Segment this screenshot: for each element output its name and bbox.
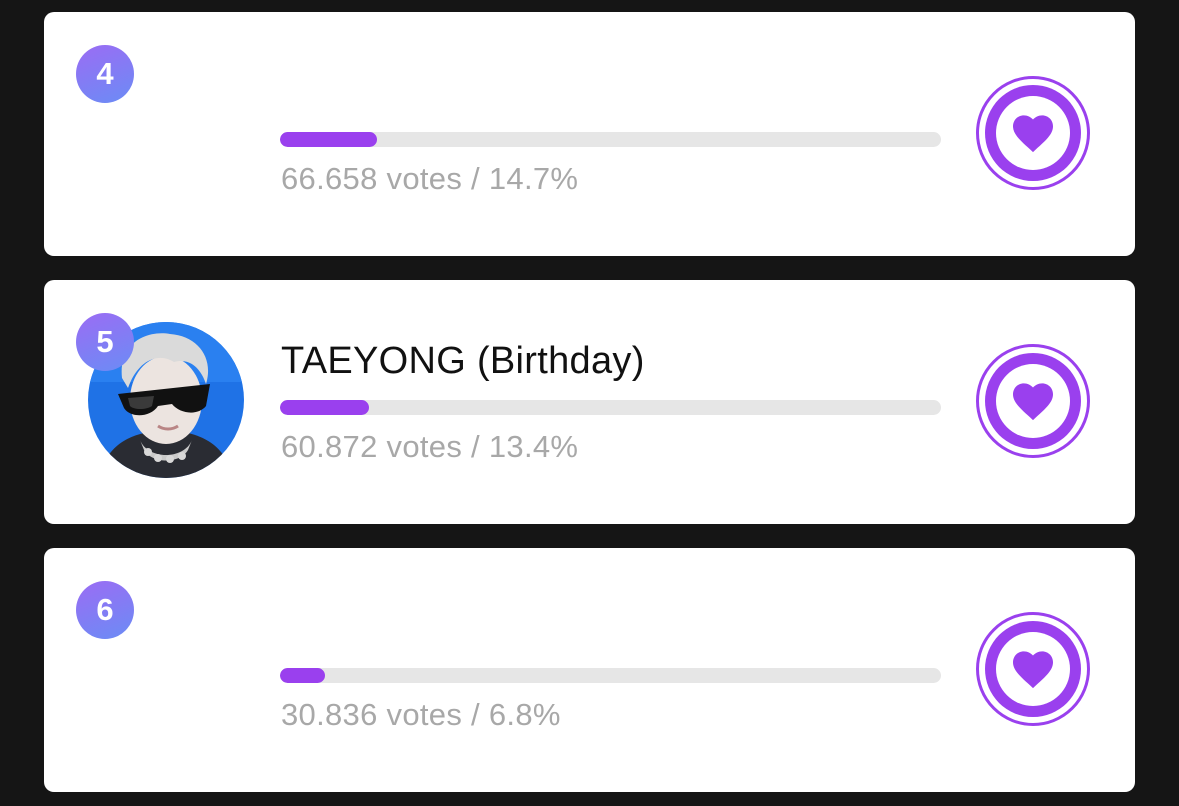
vote-progress-fill — [280, 668, 325, 683]
heart-icon — [1013, 115, 1053, 153]
vote-progress-bar — [280, 668, 941, 683]
vote-button[interactable] — [976, 76, 1090, 190]
rank-badge: 4 — [76, 45, 134, 103]
vote-button[interactable] — [976, 344, 1090, 458]
vote-progress-bar — [280, 132, 941, 147]
vote-progress-fill — [280, 132, 378, 147]
vote-progress-fill — [280, 400, 369, 415]
vote-stats: 66.658 votes / 14.7% — [281, 161, 579, 196]
heart-icon — [1013, 383, 1053, 421]
vote-progress-bar — [280, 400, 941, 415]
heart-icon — [1013, 651, 1053, 689]
rank-badge: 5 — [76, 313, 134, 371]
vote-button[interactable] — [976, 612, 1090, 726]
vote-stats: 60.872 votes / 13.4% — [281, 429, 579, 464]
ranking-card: 6 30.836 votes / 6.8% — [44, 548, 1135, 792]
vote-stats: 30.836 votes / 6.8% — [281, 697, 561, 732]
ranking-card: 5 TAEYONG (Birthday) 60.872 votes / 13.4… — [44, 280, 1135, 524]
ranking-card: 4 66.658 votes / 14.7% — [44, 12, 1135, 256]
rank-badge: 6 — [76, 581, 134, 639]
artist-name: TAEYONG (Birthday) — [281, 340, 645, 382]
